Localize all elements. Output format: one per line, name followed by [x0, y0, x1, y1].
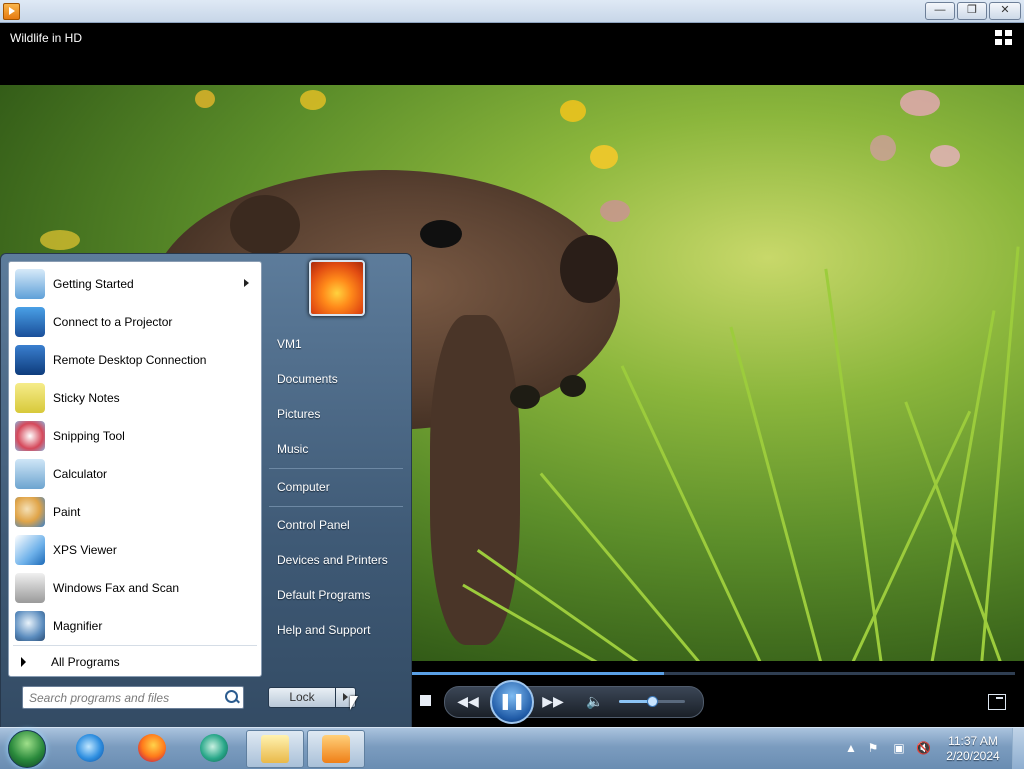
program-calculator[interactable]: Calculator [9, 456, 261, 492]
program-snipping-tool[interactable]: Snipping Tool [9, 418, 261, 454]
program-label: Windows Fax and Scan [53, 581, 180, 595]
program-label: Snipping Tool [53, 429, 125, 443]
taskbar-media-player[interactable] [307, 730, 365, 768]
program-label: Sticky Notes [53, 391, 120, 405]
divider [269, 468, 403, 469]
all-programs-label: All Programs [51, 655, 120, 669]
right-item-music[interactable]: Music [277, 442, 308, 456]
taskbar-firefox[interactable] [124, 730, 180, 766]
close-button[interactable]: ✕ [989, 2, 1021, 20]
right-item-documents[interactable]: Documents [277, 372, 338, 386]
snipping-tool-icon [15, 421, 45, 451]
volume-slider[interactable] [619, 696, 685, 707]
expand-arrow-icon [21, 657, 26, 667]
network-icon[interactable]: ▣ [892, 741, 906, 755]
minimize-button[interactable]: — [925, 2, 955, 20]
internet-explorer-icon [76, 734, 104, 762]
mute-button[interactable]: 🔈 [586, 692, 604, 710]
video-title: Wildlife in HD [10, 31, 83, 45]
paint-icon [15, 497, 45, 527]
search-input[interactable] [27, 689, 221, 707]
program-label: Calculator [53, 467, 108, 481]
switch-to-library-button[interactable] [988, 694, 1006, 710]
taskbar-internet-explorer[interactable] [62, 730, 118, 766]
rewind-button[interactable]: ◀◀ [455, 691, 481, 711]
search-icon[interactable] [225, 690, 238, 703]
right-item-computer[interactable]: Computer [277, 480, 330, 494]
remote-desktop-icon [15, 345, 45, 375]
program-label: XPS Viewer [53, 543, 117, 557]
mouse-cursor [350, 696, 358, 710]
volume-muted-icon[interactable]: 🔇 [916, 741, 931, 755]
restore-button[interactable]: ❐ [957, 2, 987, 20]
submenu-arrow-icon [244, 279, 249, 287]
program-label: Magnifier [53, 619, 103, 633]
calculator-icon [15, 459, 45, 489]
clock-date: 2/20/2024 [946, 749, 1000, 763]
action-center-flag-icon[interactable]: ⚑ [866, 741, 880, 755]
program-remote-desktop[interactable]: Remote Desktop Connection [9, 342, 261, 378]
lock-button[interactable]: Lock [268, 687, 336, 708]
programs-list: Getting Started Connect to a Projector R… [8, 261, 262, 677]
program-connect-projector[interactable]: Connect to a Projector [9, 304, 261, 340]
start-button[interactable] [8, 730, 46, 768]
program-xps-viewer[interactable]: XPS Viewer [9, 532, 261, 568]
firefox-icon [138, 734, 166, 762]
program-label: Connect to a Projector [53, 315, 173, 329]
window-titlebar[interactable]: — ❐ ✕ [0, 0, 1024, 23]
right-item-devices-printers[interactable]: Devices and Printers [277, 553, 388, 567]
show-hidden-icons[interactable]: ▲ [844, 741, 858, 755]
fast-forward-button[interactable]: ▶▶ [540, 691, 566, 711]
switch-to-library-icon[interactable] [995, 30, 1013, 46]
program-label: Getting Started [53, 277, 134, 291]
clock-time: 11:37 AM [948, 734, 998, 748]
right-item-help-support[interactable]: Help and Support [277, 623, 370, 637]
clock[interactable]: 11:37 AM 2/20/2024 [942, 734, 1004, 764]
pause-button[interactable]: ❚❚ [490, 680, 534, 724]
right-item-default-programs[interactable]: Default Programs [277, 588, 370, 602]
show-desktop-button[interactable] [1012, 728, 1024, 769]
taskbar-app[interactable] [186, 730, 242, 766]
file-explorer-icon [261, 735, 289, 763]
program-getting-started[interactable]: Getting Started [9, 266, 261, 302]
projector-icon [15, 307, 45, 337]
stop-button[interactable] [418, 694, 432, 708]
program-label: Remote Desktop Connection [53, 353, 207, 367]
program-label: Paint [53, 505, 81, 519]
seek-progress [410, 672, 664, 675]
taskbar-file-explorer[interactable] [246, 730, 304, 768]
program-sticky-notes[interactable]: Sticky Notes [9, 380, 261, 416]
fax-scan-icon [15, 573, 45, 603]
app-icon [200, 734, 228, 762]
right-item-control-panel[interactable]: Control Panel [277, 518, 350, 532]
divider [13, 645, 257, 646]
divider [269, 506, 403, 507]
media-player-app-icon[interactable] [3, 3, 20, 20]
taskbar: ▲ ⚑ ▣ 🔇 11:37 AM 2/20/2024 [0, 727, 1024, 769]
xps-viewer-icon [15, 535, 45, 565]
search-box[interactable] [22, 686, 244, 709]
volume-thumb[interactable] [647, 696, 658, 707]
all-programs-button[interactable]: All Programs [9, 650, 261, 674]
sticky-notes-icon [15, 383, 45, 413]
magnifier-icon [15, 611, 45, 641]
program-paint[interactable]: Paint [9, 494, 261, 530]
right-item-vm1[interactable]: VM1 [277, 337, 302, 351]
user-picture[interactable] [309, 260, 365, 316]
getting-started-icon [15, 269, 45, 299]
media-player-icon [322, 735, 350, 763]
seek-bar[interactable] [410, 672, 1015, 675]
program-magnifier[interactable]: Magnifier [9, 608, 261, 644]
start-menu: Getting Started Connect to a Projector R… [0, 253, 412, 729]
program-fax-scan[interactable]: Windows Fax and Scan [9, 570, 261, 606]
right-item-pictures[interactable]: Pictures [277, 407, 320, 421]
